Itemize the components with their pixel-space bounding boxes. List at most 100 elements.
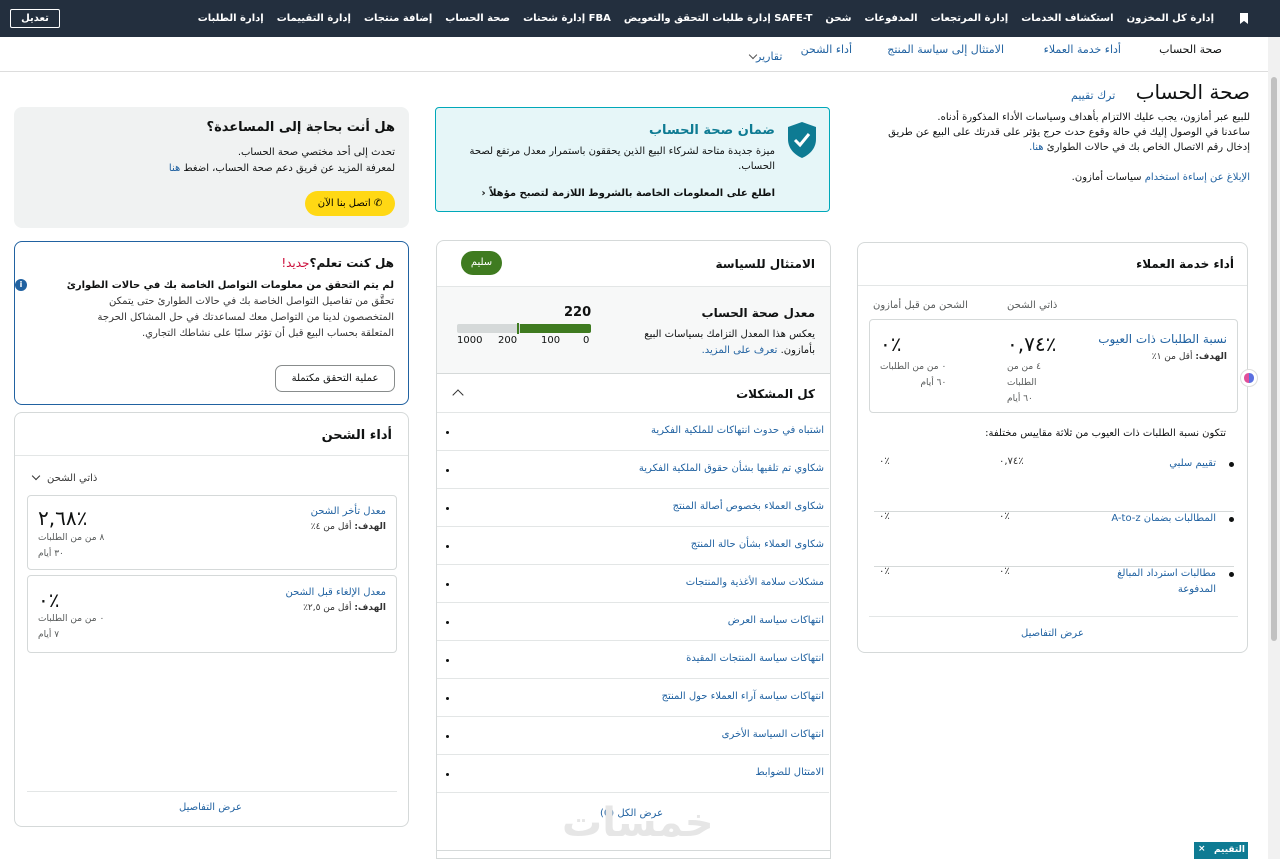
divider bbox=[869, 616, 1238, 617]
breakdown-label[interactable]: مطالبات استرداد المبالغ المدفوعة bbox=[1086, 566, 1216, 598]
breakdown-row: المطالبات بضمان A-to-z ٠٪ ٠٪ bbox=[874, 511, 1234, 567]
tab-customer-service[interactable]: أداء خدمة العملاء bbox=[1044, 43, 1121, 56]
cancel-target-value: أقل من ٢,٥٪ bbox=[303, 603, 352, 613]
emergency-contact-link[interactable]: هنا. bbox=[1029, 142, 1044, 153]
bullet bbox=[446, 735, 449, 738]
issue-link[interactable]: انتهاكات سياسة المنتجات المقيدة bbox=[686, 653, 824, 664]
verification-complete-button[interactable]: عملية التحقق مكتملة bbox=[275, 365, 395, 392]
divider bbox=[27, 791, 397, 792]
shipping-filter-label: ذاتي الشحن bbox=[47, 473, 98, 484]
did-you-know-card: هل كنت تعلم؟جديد! i لم يتم التحقق من معل… bbox=[14, 241, 409, 405]
nav-item-discover-services[interactable]: استكشاف الخدمات bbox=[1021, 13, 1113, 24]
new-badge: جديد! bbox=[281, 256, 310, 270]
edit-nav-button[interactable]: تعديل bbox=[10, 9, 60, 28]
shipping-details-link[interactable]: عرض التفاصيل bbox=[179, 802, 242, 813]
bullet bbox=[446, 697, 449, 700]
issue-link[interactable]: الامتثال للضوابط bbox=[755, 767, 824, 778]
guarantee-title: ضمان صحة الحساب bbox=[648, 123, 775, 138]
bullet bbox=[446, 507, 449, 510]
issue-link[interactable]: انتهاكات سياسة العرض bbox=[728, 615, 824, 626]
late-shipment-days: ٣٠ أيام bbox=[38, 549, 64, 559]
list-item: الامتثال للضوابط bbox=[437, 755, 829, 793]
tab-product-policy[interactable]: الامتثال إلى سياسة المنتج bbox=[887, 43, 1004, 56]
cancel-rate-label[interactable]: معدل الإلغاء قبل الشحن bbox=[285, 587, 386, 598]
nav-item-reviews[interactable]: إدارة التقييمات bbox=[277, 13, 351, 24]
issue-link[interactable]: مشكلات سلامة الأغذية والمنتجات bbox=[686, 577, 824, 588]
ahr-value: 220 bbox=[564, 305, 592, 320]
nav-item-inventory[interactable]: إدارة كل المخزون bbox=[1127, 13, 1214, 24]
nav-item-fba-shipments[interactable]: إدارة شحنات FBA bbox=[523, 13, 611, 24]
did-you-know-title: هل كنت تعلم؟جديد! bbox=[281, 256, 394, 270]
list-item: شكاوى العملاء بشأن حالة المنتج bbox=[437, 527, 829, 565]
nav-item-add-products[interactable]: إضافة منتجات bbox=[364, 13, 432, 24]
did-you-know-line-2: المتخصصون لدينا من التواصل معك لمساعدتك … bbox=[97, 312, 394, 323]
assistant-brain-icon[interactable] bbox=[1240, 369, 1258, 387]
guarantee-link-text: اطلع على المعلومات الخاصة بالشروط اللازم… bbox=[489, 188, 775, 199]
help-line-1: تحدث إلى أحد مختصي صحة الحساب. bbox=[237, 147, 395, 158]
issue-link[interactable]: شكاوى العملاء بخصوص أصالة المنتج bbox=[673, 501, 824, 512]
issues-header[interactable]: كل المشكلات bbox=[437, 374, 830, 413]
odr-fba-sub: ٠ من من الطلبات ٦٠ أيام bbox=[880, 359, 946, 391]
issue-link[interactable]: اشتباه في حدوث انتهاكات للملكية الفكرية bbox=[651, 425, 824, 436]
customer-details-link[interactable]: عرض التفاصيل bbox=[1021, 628, 1084, 639]
did-you-know-title-text: هل كنت تعلم؟ bbox=[309, 256, 394, 270]
late-shipment-orders: ٨ من من الطلبات bbox=[38, 533, 105, 543]
issue-link[interactable]: شكاوى العملاء بشأن حالة المنتج bbox=[691, 539, 824, 550]
tab-account-health[interactable]: صحة الحساب bbox=[1159, 43, 1222, 56]
ahr-desc: يعكس هذا المعدل التزامك بسياسات البيع بأ… bbox=[644, 327, 815, 359]
help-line-2: لمعرفة المزيد عن فريق دعم صحة الحساب، اض… bbox=[169, 161, 395, 177]
nav-item-safet-claims[interactable]: إدارة طلبات التحقق والتعويض SAFE-T bbox=[624, 13, 813, 24]
nav-item-account-health[interactable]: صحة الحساب bbox=[445, 13, 510, 24]
nav-item-orders[interactable]: إدارة الطلبات bbox=[198, 13, 264, 24]
issue-link[interactable]: انتهاكات سياسة آراء العملاء حول المنتج bbox=[662, 691, 824, 702]
top-nav-items: إدارة كل المخزون استكشاف الخدمات إدارة ا… bbox=[198, 0, 1214, 37]
list-item: انتهاكات سياسة العرض bbox=[437, 603, 829, 641]
cancel-rate-orders: ٠ من من الطلبات bbox=[38, 614, 105, 624]
breakdown-label[interactable]: تقييم سلبي bbox=[1169, 456, 1216, 472]
odr-self-sub-2: الطلبات bbox=[1007, 378, 1037, 388]
late-shipment-label[interactable]: معدل تأخر الشحن bbox=[311, 506, 386, 517]
target-label: الهدف: bbox=[354, 603, 386, 613]
scrollbar[interactable] bbox=[1268, 37, 1280, 859]
info-icon: i bbox=[15, 279, 27, 291]
contact-us-button[interactable]: ✆ اتصل بنا الآن bbox=[305, 191, 395, 216]
leave-feedback-link[interactable]: ترك تقييم bbox=[1071, 89, 1115, 102]
bookmark-icon[interactable] bbox=[1240, 13, 1248, 24]
guarantee-link[interactable]: اطلع على المعلومات الخاصة بالشروط اللازم… bbox=[481, 188, 775, 199]
bullet bbox=[1229, 517, 1234, 522]
list-item: شكاوى العملاء بخصوص أصالة المنتج bbox=[437, 489, 829, 527]
tick-label: 200 bbox=[498, 335, 518, 346]
breakdown-row: تقييم سلبي ٠,٧٤٪ ٠٪ bbox=[874, 456, 1234, 512]
divider bbox=[15, 455, 408, 456]
page-title: صحة الحساب bbox=[1135, 80, 1250, 104]
ahr-title: معدل صحة الحساب bbox=[701, 306, 815, 320]
list-item: انتهاكات السياسة الأخرى bbox=[437, 717, 829, 755]
feedback-tab[interactable]: × التقييم bbox=[1194, 842, 1248, 859]
close-icon[interactable]: × bbox=[1198, 844, 1206, 854]
tab-shipping-performance[interactable]: أداء الشحن bbox=[801, 43, 852, 56]
help-here-link[interactable]: هنا bbox=[169, 163, 180, 174]
nav-item-shipping[interactable]: شحن bbox=[825, 13, 851, 24]
odr-label[interactable]: نسبة الطلبات ذات العيوب bbox=[1098, 332, 1227, 346]
tab-reports[interactable]: تقارير bbox=[744, 50, 782, 63]
odr-fba-sub-1: ٠ من من الطلبات bbox=[880, 362, 947, 372]
shipping-performance-card: أداء الشحن ذاتي الشحن معدل تأخر الشحن ال… bbox=[14, 412, 409, 827]
odr-metric: نسبة الطلبات ذات العيوب الهدف: أقل من ١٪… bbox=[869, 319, 1238, 413]
learn-more-link[interactable]: تعرف على المزيد. bbox=[702, 345, 778, 356]
nav-item-returns[interactable]: إدارة المرتجعات bbox=[931, 13, 1009, 24]
nav-item-payments[interactable]: المدفوعات bbox=[864, 13, 917, 24]
shipping-filter-dropdown[interactable]: ذاتي الشحن bbox=[31, 471, 98, 484]
customer-title: أداء خدمة العملاء bbox=[1136, 257, 1234, 271]
chevron-up-icon[interactable] bbox=[452, 389, 464, 401]
issue-link[interactable]: انتهاكات السياسة الأخرى bbox=[722, 729, 824, 740]
bullet bbox=[446, 621, 449, 624]
report-abuse-link[interactable]: الإبلاغ عن إساءة استخدام bbox=[1145, 172, 1250, 183]
ahr-scale-bar bbox=[457, 323, 591, 334]
breakdown-label[interactable]: المطالبات بضمان A-to-z bbox=[1111, 511, 1216, 527]
healthy-status-badge: سليم bbox=[461, 251, 502, 275]
scrollbar-thumb[interactable] bbox=[1271, 77, 1277, 641]
breakdown-fba-value: ٠٪ bbox=[879, 456, 890, 467]
issue-link[interactable]: شكاوي تم تلقيها بشأن حقوق الملكية الفكري… bbox=[639, 463, 824, 474]
tick-label: 1000 bbox=[457, 335, 483, 346]
breakdown-self-value: ٠,٧٤٪ bbox=[999, 456, 1024, 467]
